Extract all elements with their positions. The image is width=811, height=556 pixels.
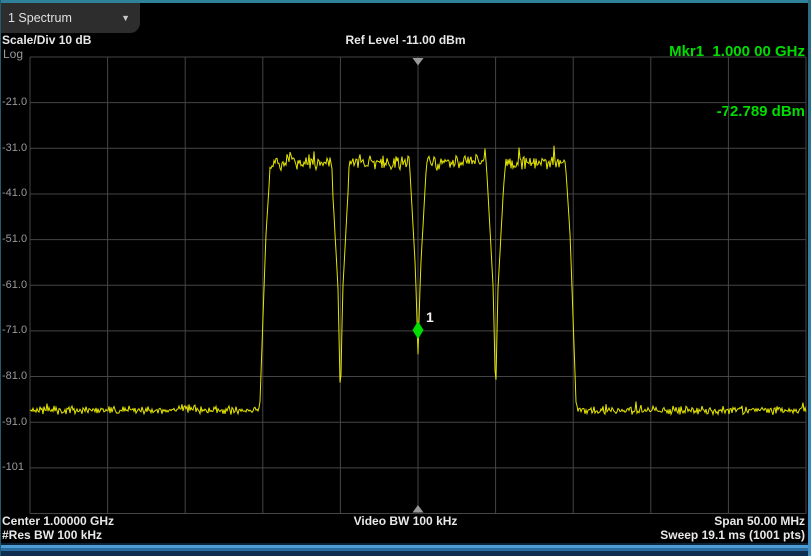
y-axis-tick-label: -51.0 [2, 233, 27, 245]
y-axis-tick-label: -101 [2, 461, 24, 473]
span-label: Span 50.00 MHz [714, 514, 805, 528]
y-axis-tick-label: -81.0 [2, 370, 27, 382]
ref-level-marker-icon [413, 58, 424, 66]
window-bottom-border [0, 543, 811, 556]
marker-1-diamond[interactable] [413, 321, 424, 339]
spectrum-plot: 1 [0, 0, 811, 556]
sweep-label: Sweep 19.1 ms (1001 pts) [660, 528, 805, 542]
y-axis-tick-label: -71.0 [2, 324, 27, 336]
center-freq-marker-icon [413, 505, 424, 513]
y-axis-tick-label: -91.0 [2, 416, 27, 428]
spectrum-analyzer-screen: 1 Spectrum ▼ Mkr1 1.000 00 GHz -72.789 d… [0, 0, 811, 556]
y-axis-tick-label: -41.0 [2, 187, 27, 199]
res-bw-label: #Res BW 100 kHz [2, 528, 102, 542]
marker-1-number-label: 1 [426, 309, 434, 325]
video-bw-label: Video BW 100 kHz [0, 514, 811, 528]
y-axis-tick-label: -61.0 [2, 279, 27, 291]
window-left-border [0, 0, 1, 556]
y-axis-tick-label: -21.0 [2, 96, 27, 108]
y-axis-tick-label: -31.0 [2, 142, 27, 154]
